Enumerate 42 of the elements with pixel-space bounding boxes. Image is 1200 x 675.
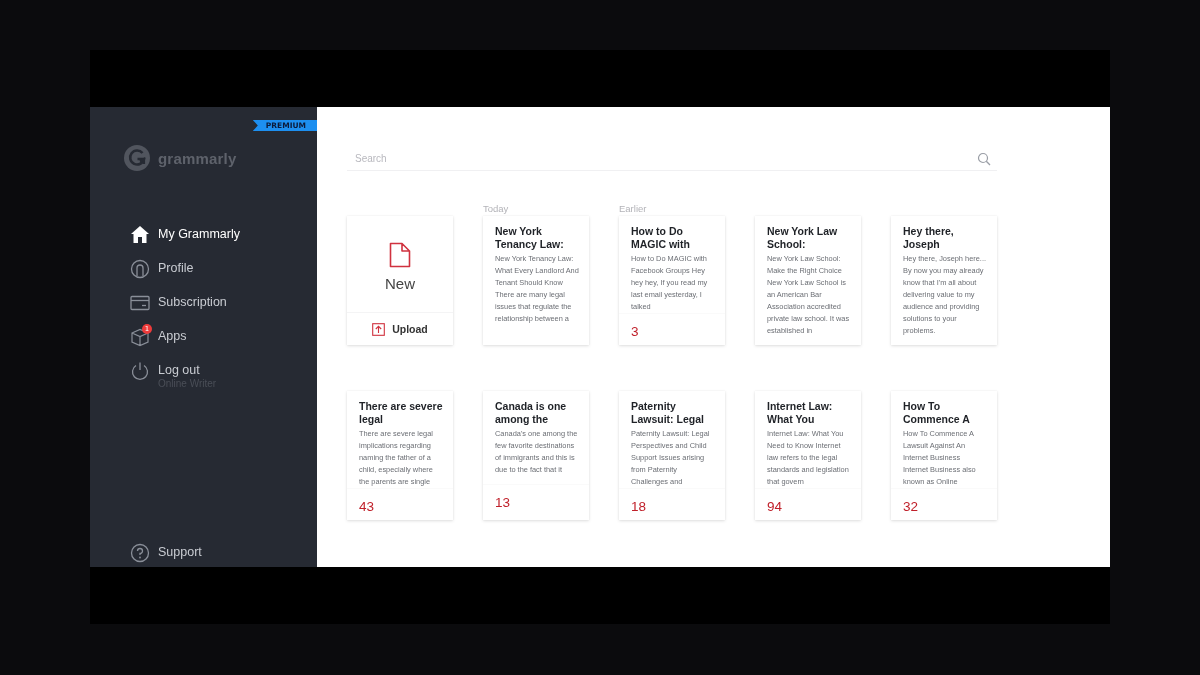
document-title: How to Do MAGIC with <box>631 225 691 251</box>
nav-label: Subscription <box>158 294 227 311</box>
help-icon <box>130 543 150 563</box>
search-field[interactable]: Search <box>347 149 977 168</box>
home-icon <box>130 225 150 245</box>
document-title: Hey there, Joseph <box>903 225 955 251</box>
credit-card-icon <box>130 293 150 313</box>
section-label: Earlier <box>619 203 647 214</box>
new-label: New <box>385 275 415 292</box>
document-title: New York Tenancy Law: <box>495 225 565 251</box>
document-title: New York Law School: <box>767 225 839 251</box>
upload-icon <box>372 322 386 336</box>
nav-item[interactable]: Subscription <box>130 293 227 327</box>
alert-count: 13 <box>495 495 511 510</box>
alert-count: 18 <box>631 499 647 514</box>
alert-count: 43 <box>359 499 375 514</box>
document-title: There are severe legal <box>359 400 443 426</box>
nav-label: Support <box>158 544 202 561</box>
document-icon <box>389 242 411 268</box>
alert-count: 32 <box>903 499 919 514</box>
nav-label: Profile <box>158 260 194 277</box>
section-label: Today <box>483 203 509 214</box>
logo-icon <box>123 144 151 172</box>
search-icon <box>977 151 991 166</box>
document-title: How To Commence A <box>903 400 971 426</box>
upload-button[interactable]: Upload <box>347 313 453 345</box>
power-icon <box>130 361 150 381</box>
new-document-card[interactable]: New Upload <box>347 216 453 345</box>
document-title: Canada is one among the <box>495 400 568 426</box>
alert-count: 94 <box>767 499 783 514</box>
logo-text: grammarly <box>158 149 237 167</box>
nav-label: My Grammarly <box>158 226 240 243</box>
profile-icon <box>130 259 150 279</box>
nav-item[interactable]: Profile <box>130 259 194 293</box>
document-title: Internet Law: What You <box>767 400 834 426</box>
nav-label: Log out <box>158 362 201 379</box>
nav-item[interactable]: My Grammarly <box>130 225 240 259</box>
support-link[interactable]: Support <box>130 543 202 563</box>
nav-label: Apps <box>158 328 187 345</box>
document-title: Paternity Lawsuit: Legal <box>631 400 705 426</box>
alert-count: 3 <box>631 324 639 339</box>
box-icon <box>130 327 150 347</box>
